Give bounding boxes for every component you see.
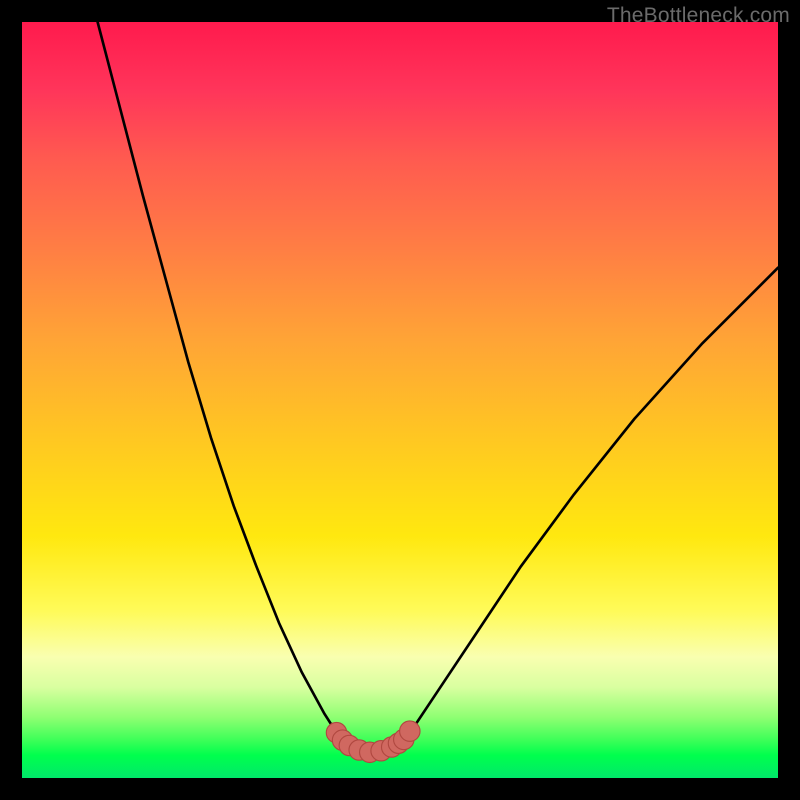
curve-right-path <box>404 268 778 741</box>
marker-group <box>326 721 420 763</box>
chart-stage: TheBottleneck.com <box>0 0 800 800</box>
marker-dot <box>400 721 420 741</box>
plot-area <box>22 22 778 778</box>
curve-layer <box>22 22 778 778</box>
curve-left-path <box>98 22 343 740</box>
watermark-text: TheBottleneck.com <box>607 4 790 28</box>
